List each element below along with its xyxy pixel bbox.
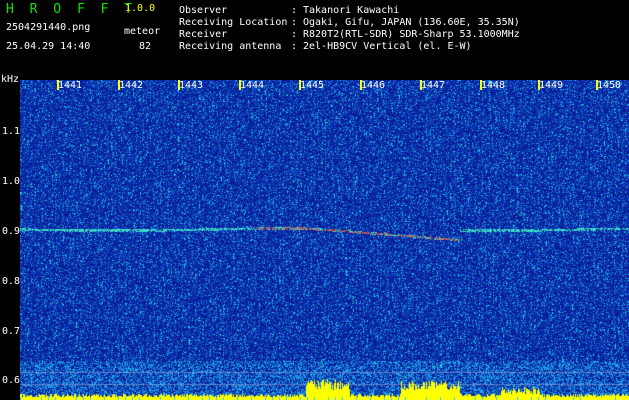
minute-tick-mark [420,80,422,90]
spectrogram-canvas [20,80,629,400]
minute-tick-mark [538,80,540,90]
freq-tick-label: 1.1 [2,126,21,137]
freq-tick-label: 0.9 [2,226,21,237]
minute-tick-mark [480,80,482,90]
minute-tick-mark [118,80,120,90]
spectrogram [20,80,629,400]
minute-tick-mark [178,80,180,90]
freq-tick-label: 0.7 [2,326,21,337]
freq-tick-label: 0.6 [2,375,21,386]
minute-tick-mark [596,80,598,90]
minute-tick-mark [57,80,59,90]
minute-tick-mark [360,80,362,90]
minute-tick-marks [57,80,598,90]
hrofft-window: H R O F F T 1.0.0 2504291440.png 25.04.2… [0,0,629,400]
freq-tick-label: 0.8 [2,276,21,287]
minute-tick-mark [239,80,241,90]
freq-tick-label: 1.0 [2,176,21,187]
minute-tick-mark [299,80,301,90]
